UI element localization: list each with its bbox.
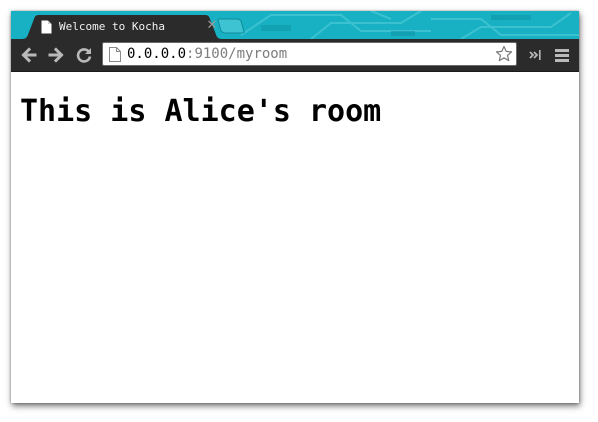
arrow-left-icon — [21, 47, 37, 63]
url-text[interactable]: 0.0.0.0:9100/myroom — [127, 46, 287, 63]
arrow-right-icon — [48, 47, 64, 63]
page-heading: This is Alice's room — [20, 94, 382, 129]
new-tab-button[interactable] — [217, 18, 245, 34]
hamburger-menu-icon — [555, 49, 569, 62]
address-bar[interactable]: 0.0.0.0:9100/myroom — [102, 42, 517, 66]
page-content: This is Alice's room — [11, 72, 579, 403]
star-icon[interactable] — [495, 45, 513, 63]
menu-button[interactable] — [552, 45, 572, 65]
page-icon — [109, 47, 121, 62]
tab-strip: Welcome to Kocha ✕ — [11, 11, 579, 39]
reload-icon — [76, 48, 92, 63]
tab-title: Welcome to Kocha — [59, 20, 165, 33]
url-host: 0.0.0.0 — [127, 46, 187, 62]
chevron-double-right-icon — [529, 50, 541, 60]
browser-window: Welcome to Kocha ✕ 0.0.0.0:9100/myroom T… — [11, 11, 579, 403]
extensions-overflow-button[interactable] — [528, 45, 542, 65]
url-path: :9100/myroom — [186, 46, 288, 62]
back-button[interactable] — [19, 45, 39, 65]
page-icon — [41, 20, 52, 34]
reload-button[interactable] — [74, 45, 94, 65]
forward-button[interactable] — [46, 45, 66, 65]
toolbar: 0.0.0.0:9100/myroom — [11, 39, 579, 72]
tab-active[interactable]: Welcome to Kocha ✕ — [21, 15, 223, 39]
